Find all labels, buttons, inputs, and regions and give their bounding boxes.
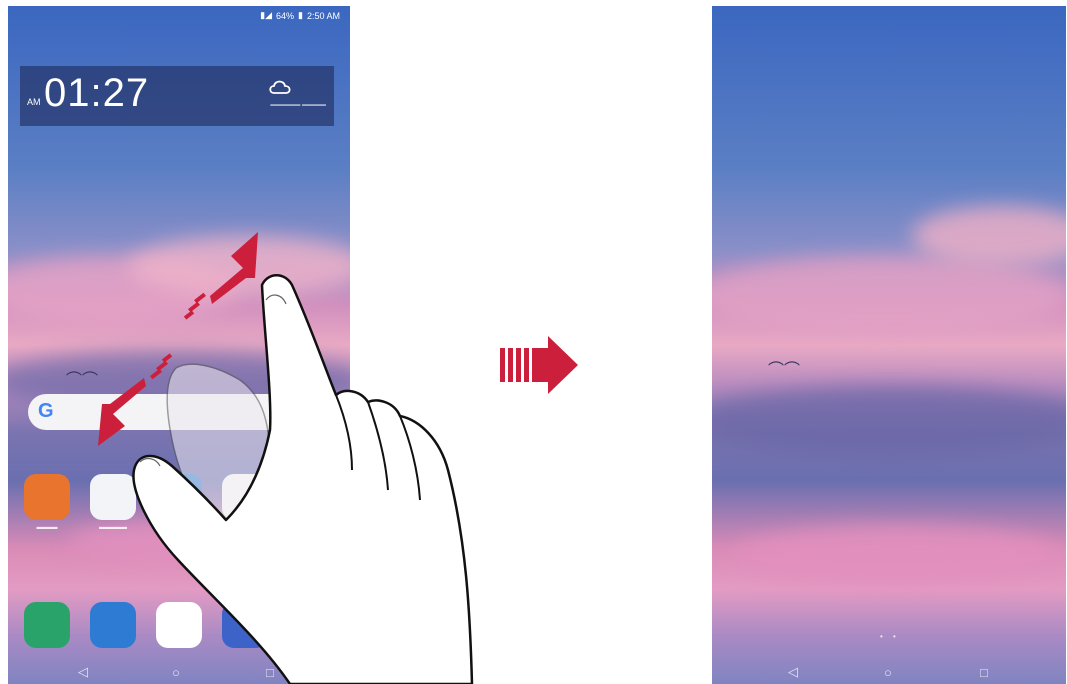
spread-arrow-up-right-icon — [183, 232, 258, 320]
cloud — [712, 386, 1066, 456]
recents-button[interactable]: □ — [980, 665, 988, 680]
hand-icon — [132, 274, 474, 684]
page-indicator: • • — [880, 632, 900, 641]
bird-icon: ⌒⌒ — [768, 362, 801, 379]
cloud — [732, 526, 1062, 586]
right-arrow-icon — [500, 336, 578, 394]
navigation-bar: ◁ ○ □ — [712, 664, 1066, 680]
spread-arrow-down-left-icon — [98, 353, 173, 446]
back-button[interactable]: ◁ — [788, 664, 798, 680]
home-button[interactable]: ○ — [884, 665, 892, 680]
home-screen-after: ⌒⌒ • • ◁ ○ □ — [712, 6, 1066, 684]
cloud — [712, 256, 1066, 336]
